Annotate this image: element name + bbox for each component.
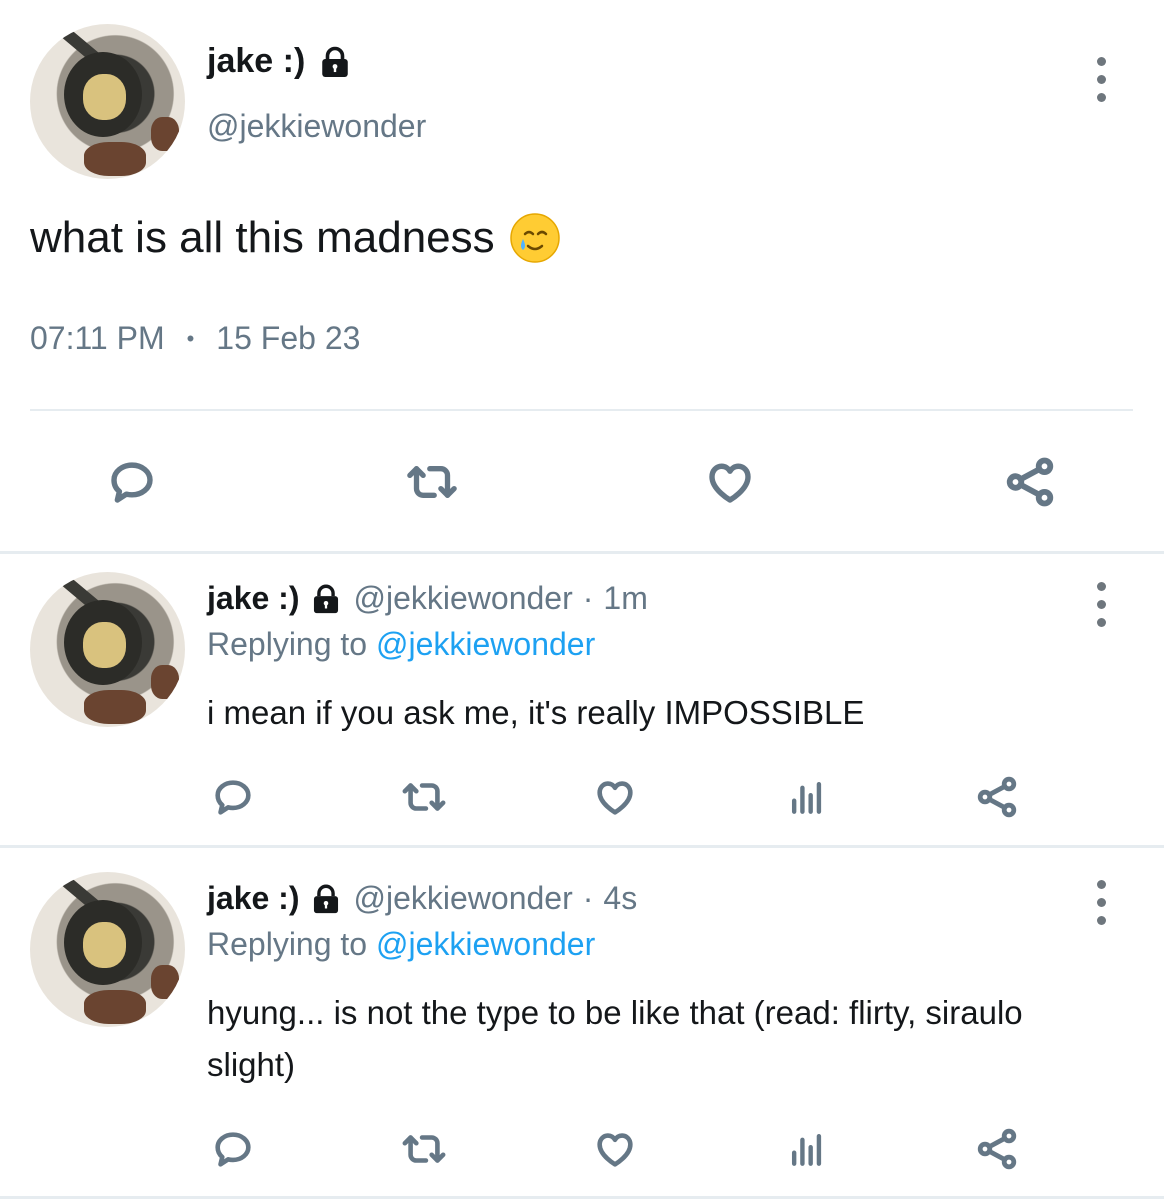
share-button[interactable] xyxy=(998,452,1062,512)
share-icon xyxy=(977,776,1017,818)
tweet-text: what is all this madness xyxy=(30,212,561,264)
more-icon[interactable] xyxy=(1093,582,1109,627)
display-name[interactable]: jake :) xyxy=(207,880,299,917)
retweet-button[interactable] xyxy=(392,772,456,822)
like-button[interactable] xyxy=(590,772,640,822)
tweet-age[interactable]: 1m xyxy=(603,580,647,617)
replying-to: Replying to @jekkiewonder xyxy=(207,626,595,663)
lock-icon xyxy=(314,584,339,613)
reply-text: i mean if you ask me, it's really IMPOSS… xyxy=(207,694,865,731)
user-handle[interactable]: @jekkiewonder xyxy=(353,880,572,917)
mention-link[interactable]: @jekkiewonder xyxy=(376,926,595,962)
display-name[interactable]: jake :) xyxy=(207,580,299,617)
reply-header: jake :) @jekkiewonder · 4s xyxy=(207,880,637,917)
like-icon xyxy=(597,781,633,815)
retweet-button[interactable] xyxy=(392,452,472,512)
like-button[interactable] xyxy=(698,452,762,512)
mention-link[interactable]: @jekkiewonder xyxy=(376,626,595,662)
retweet-icon xyxy=(402,1135,446,1163)
divider xyxy=(0,1196,1164,1199)
tweet-age[interactable]: 4s xyxy=(603,880,637,917)
like-button[interactable] xyxy=(590,1124,640,1174)
reply-button[interactable] xyxy=(208,1124,258,1174)
avatar[interactable] xyxy=(30,24,185,179)
replying-to-label: Replying to xyxy=(207,926,368,962)
retweet-button[interactable] xyxy=(392,1124,456,1174)
lock-icon xyxy=(322,46,349,77)
user-handle[interactable]: @jekkiewonder xyxy=(207,108,426,145)
display-name[interactable]: jake :) xyxy=(207,42,353,81)
replying-to: Replying to @jekkiewonder xyxy=(207,926,595,963)
share-button[interactable] xyxy=(972,1124,1022,1174)
meta-separator: • xyxy=(186,325,195,351)
tweet-text-body: what is all this madness xyxy=(30,213,495,262)
retweet-icon xyxy=(402,783,446,811)
divider xyxy=(0,845,1164,848)
analytics-button[interactable] xyxy=(782,1124,832,1174)
reply-button[interactable] xyxy=(208,772,258,822)
more-icon[interactable] xyxy=(1093,57,1109,102)
tweet-time: 07:11 PM xyxy=(30,320,165,356)
analytics-icon xyxy=(791,1133,822,1166)
avatar[interactable] xyxy=(30,872,185,1027)
share-icon xyxy=(977,1128,1017,1170)
reply-icon xyxy=(215,780,251,815)
meta-separator: · xyxy=(582,580,594,616)
analytics-icon xyxy=(791,781,822,814)
reply-text: hyung... is not the type to be like that… xyxy=(207,994,1023,1083)
reply-icon xyxy=(215,1132,251,1167)
tweet-date: 15 Feb 23 xyxy=(216,320,361,356)
replying-to-label: Replying to xyxy=(207,626,368,662)
user-handle[interactable]: @jekkiewonder xyxy=(353,580,572,617)
meta-separator: · xyxy=(582,880,594,916)
share-icon xyxy=(1006,457,1054,507)
tweet-timestamp[interactable]: 07:11 PM • 15 Feb 23 xyxy=(30,320,360,357)
reply-button[interactable] xyxy=(100,452,164,512)
reply-icon xyxy=(111,462,153,503)
lock-icon xyxy=(314,884,339,913)
divider xyxy=(0,551,1164,554)
like-icon xyxy=(597,1133,633,1167)
share-button[interactable] xyxy=(972,772,1022,822)
smiling-tear-emoji xyxy=(509,213,560,263)
retweet-icon xyxy=(407,466,457,498)
display-name-text: jake :) xyxy=(207,42,306,80)
avatar[interactable] xyxy=(30,572,185,727)
like-icon xyxy=(709,463,751,503)
reply-header: jake :) @jekkiewonder · 1m xyxy=(207,580,648,617)
analytics-button[interactable] xyxy=(782,772,832,822)
more-icon[interactable] xyxy=(1093,880,1109,925)
divider xyxy=(30,409,1133,411)
